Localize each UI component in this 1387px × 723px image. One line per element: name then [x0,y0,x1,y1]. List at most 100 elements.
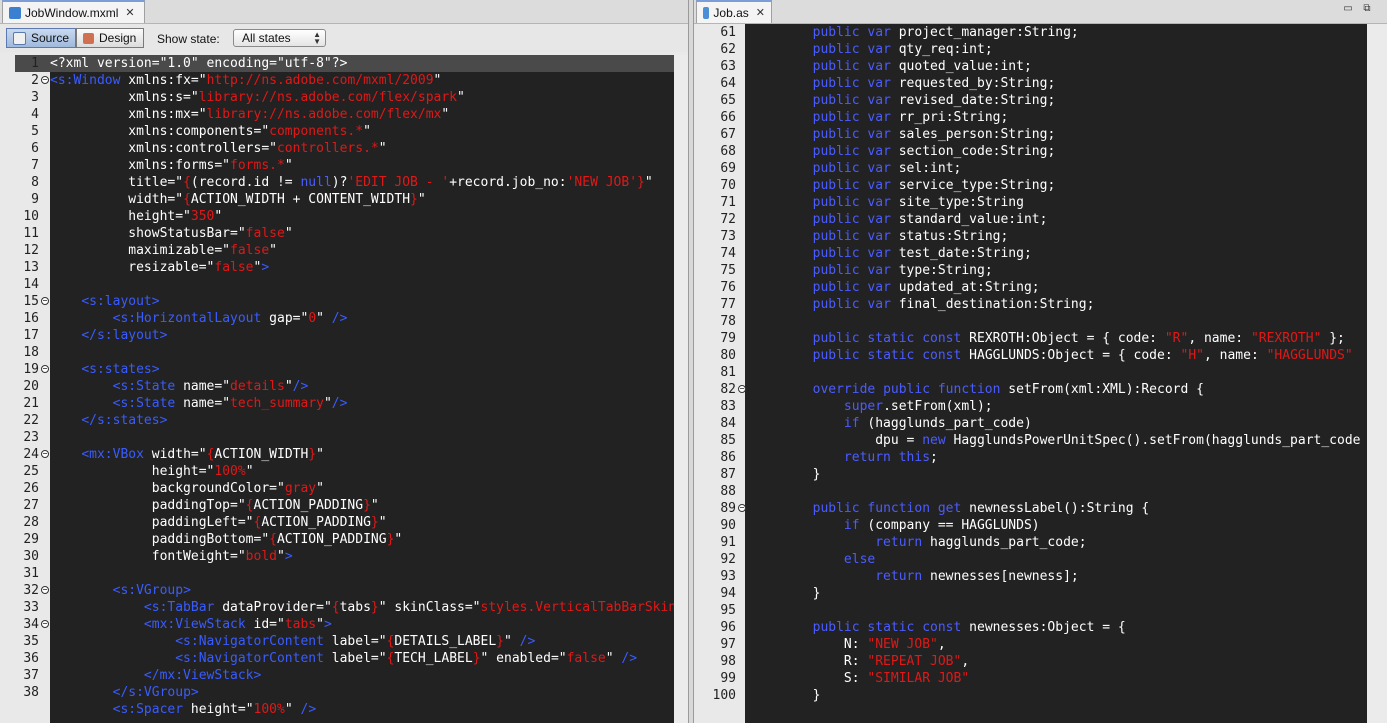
code-line[interactable]: 61 public var project_manager:String; [709,24,1367,41]
actionscript-code-editor[interactable]: 61 public var project_manager:String; 62 … [709,24,1367,723]
fold-toggle-icon[interactable]: − [41,620,49,628]
fold-toggle-icon[interactable]: − [738,385,746,393]
code-line[interactable]: 87 } [709,466,1367,483]
code-line[interactable]: 77 public var final_destination:String; [709,296,1367,313]
fold-toggle-icon[interactable]: − [41,586,49,594]
code-line[interactable]: 9 width="{ACTION_WIDTH + CONTENT_WIDTH}" [15,191,674,208]
code-line[interactable]: 15− <s:layout> [15,293,674,310]
code-line[interactable]: 29 paddingBottom="{ACTION_PADDING}" [15,531,674,548]
code-line[interactable]: 1 <?xml version="1.0" encoding="utf-8"?> [15,55,674,72]
code-line[interactable]: 92 else [709,551,1367,568]
code-line[interactable]: 75 public var type:String; [709,262,1367,279]
code-line[interactable]: 37 </mx:ViewStack> [15,667,674,684]
code-line[interactable]: 91 return hagglunds_part_code; [709,534,1367,551]
code-line[interactable]: 4 xmlns:mx="library://ns.adobe.com/flex/… [15,106,674,123]
code-line[interactable]: 34− <mx:ViewStack id="tabs"> [15,616,674,633]
code-line[interactable]: 30 fontWeight="bold"> [15,548,674,565]
code-line[interactable]: 11 showStatusBar="false" [15,225,674,242]
fold-toggle-icon[interactable]: − [41,76,49,84]
code-line[interactable]: 76 public var updated_at:String; [709,279,1367,296]
code-line[interactable]: 28 paddingLeft="{ACTION_PADDING}" [15,514,674,531]
right-vertical-scrollbar[interactable] [1367,24,1387,723]
code-line[interactable]: 18 [15,344,674,361]
code-line[interactable]: 24− <mx:VBox width="{ACTION_WIDTH}" [15,446,674,463]
code-line[interactable]: 62 public var qty_req:int; [709,41,1367,58]
code-line[interactable]: 16 <s:HorizontalLayout gap="0" /> [15,310,674,327]
code-line[interactable]: <s:Spacer height="100%" /> [15,701,674,718]
code-line[interactable]: 10 height="350" [15,208,674,225]
minimize-icon[interactable]: ▭ [1342,3,1354,15]
code-line[interactable]: 36 <s:NavigatorContent label="{TECH_LABE… [15,650,674,667]
mxml-code-editor[interactable]: 1 <?xml version="1.0" encoding="utf-8"?> 2… [15,55,674,723]
tab-jobwindow-mxml[interactable]: JobWindow.mxml ✕ [2,0,145,23]
code-line[interactable]: 33 <s:TabBar dataProvider="{tabs}" skinC… [15,599,674,616]
code-line[interactable]: 97 N: "NEW JOB", [709,636,1367,653]
code-line[interactable]: 35 <s:NavigatorContent label="{DETAILS_L… [15,633,674,650]
code-line[interactable]: 79 public static const REXROTH:Object = … [709,330,1367,347]
code-line[interactable]: 96 public static const newnesses:Object … [709,619,1367,636]
state-select[interactable]: All states ▲ ▼ [233,29,326,47]
code-line[interactable]: 82− override public function setFrom(xml… [709,381,1367,398]
code-line[interactable]: 5 xmlns:components="components.*" [15,123,674,140]
code-line[interactable]: 3 xmlns:s="library://ns.adobe.com/flex/s… [15,89,674,106]
code-line[interactable]: 22 </s:states> [15,412,674,429]
code-line[interactable]: 19− <s:states> [15,361,674,378]
code-line[interactable]: 78 [709,313,1367,330]
code-line[interactable]: 74 public var test_date:String; [709,245,1367,262]
code-line[interactable]: 38 </s:VGroup> [15,684,674,701]
code-line[interactable]: 64 public var requested_by:String; [709,75,1367,92]
code-line[interactable]: 84 if (hagglunds_part_code) [709,415,1367,432]
fold-toggle-icon[interactable]: − [41,450,49,458]
code-line[interactable]: 69 public var sel:int; [709,160,1367,177]
close-icon[interactable]: ✕ [125,6,134,19]
code-line[interactable]: 17 </s:layout> [15,327,674,344]
code-line[interactable]: 14 [15,276,674,293]
code-line[interactable]: 25 height="100%" [15,463,674,480]
code-line[interactable]: 94 } [709,585,1367,602]
code-line[interactable]: 63 public var quoted_value:int; [709,58,1367,75]
fold-toggle-icon[interactable]: − [41,297,49,305]
code-line[interactable]: 31 [15,565,674,582]
code-line[interactable]: 83 super.setFrom(xml); [709,398,1367,415]
code-line[interactable]: 66 public var rr_pri:String; [709,109,1367,126]
code-line[interactable]: 21 <s:State name="tech_summary"/> [15,395,674,412]
left-vertical-scrollbar[interactable] [674,55,688,723]
code-line[interactable]: 85 dpu = new HagglundsPowerUnitSpec().se… [709,432,1367,449]
code-line[interactable]: 98 R: "REPEAT JOB", [709,653,1367,670]
fold-toggle-icon[interactable]: − [738,504,746,512]
code-line[interactable]: 67 public var sales_person:String; [709,126,1367,143]
code-line[interactable]: 68 public var section_code:String; [709,143,1367,160]
code-line[interactable]: 71 public var site_type:String [709,194,1367,211]
code-line[interactable]: 6 xmlns:controllers="controllers.*" [15,140,674,157]
code-line[interactable]: 12 maximizable="false" [15,242,674,259]
source-button[interactable]: Source [6,28,76,48]
code-line[interactable]: 27 paddingTop="{ACTION_PADDING}" [15,497,674,514]
close-icon[interactable]: ✕ [756,6,765,19]
code-line[interactable]: 23 [15,429,674,446]
code-line[interactable]: 80 public static const HAGGLUNDS:Object … [709,347,1367,364]
code-line[interactable]: 7 xmlns:forms="forms.*" [15,157,674,174]
code-line[interactable]: 26 backgroundColor="gray" [15,480,674,497]
code-line[interactable]: 93 return newnesses[newness]; [709,568,1367,585]
code-line[interactable]: 32− <s:VGroup> [15,582,674,599]
code-line[interactable]: 70 public var service_type:String; [709,177,1367,194]
code-line[interactable]: 2− <s:Window xmlns:fx="http://ns.adobe.co… [15,72,674,89]
fold-toggle-icon[interactable]: − [41,365,49,373]
code-line[interactable]: 88 [709,483,1367,500]
code-line[interactable]: 81 [709,364,1367,381]
code-line[interactable]: 72 public var standard_value:int; [709,211,1367,228]
code-line[interactable]: 20 <s:State name="details"/> [15,378,674,395]
code-line[interactable]: 13 resizable="false"> [15,259,674,276]
design-button[interactable]: Design [76,28,144,48]
code-line[interactable]: 89− public function get newnessLabel():S… [709,500,1367,517]
code-line[interactable]: 65 public var revised_date:String; [709,92,1367,109]
code-line[interactable]: 95 [709,602,1367,619]
code-line[interactable]: 86 return this; [709,449,1367,466]
code-line[interactable]: 99 S: "SIMILAR JOB" [709,670,1367,687]
code-line[interactable]: 100 } [709,687,1367,704]
tab-job-as[interactable]: Job.as ✕ [696,0,772,23]
code-line[interactable]: 73 public var status:String; [709,228,1367,245]
maximize-icon[interactable]: ⧉ [1361,3,1373,15]
code-line[interactable]: 90 if (company == HAGGLUNDS) [709,517,1367,534]
code-line[interactable]: 8 title="{(record.id != null)?'EDIT JOB … [15,174,674,191]
